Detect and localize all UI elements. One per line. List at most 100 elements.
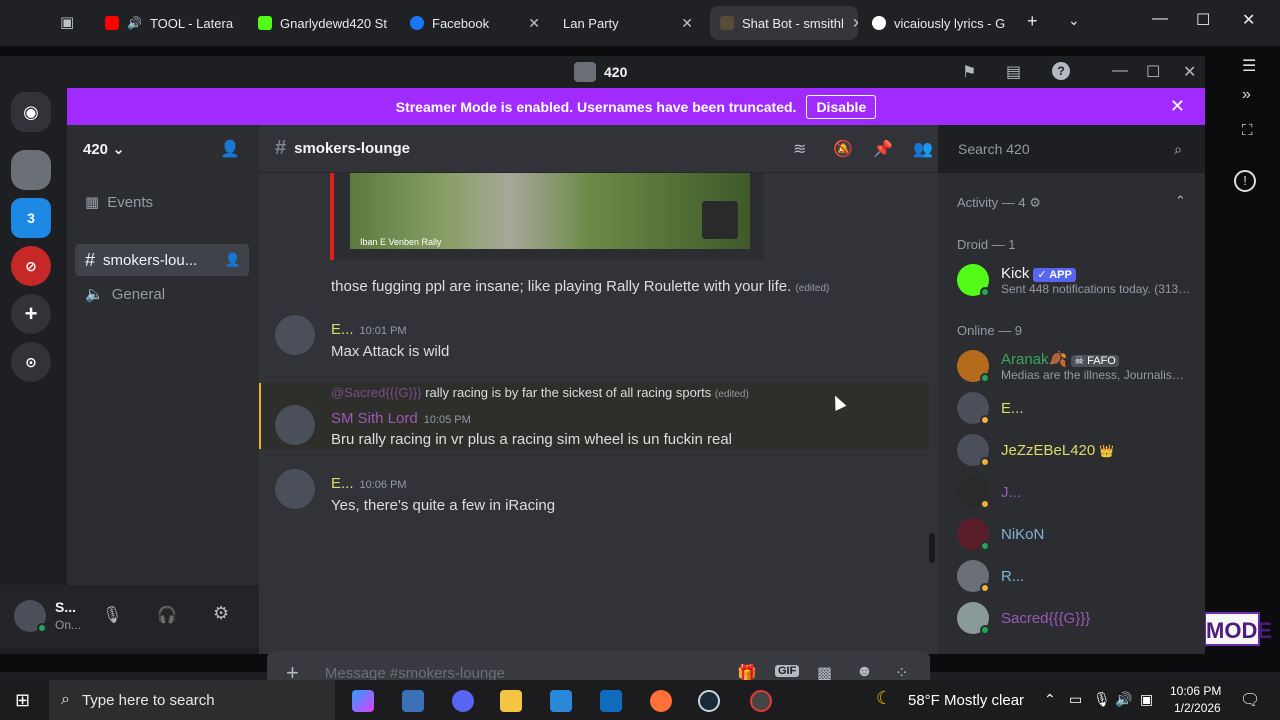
taskbar-search[interactable]: ⌕ Type here to search: [49, 680, 335, 720]
app-icon[interactable]: [750, 690, 772, 712]
threads-icon[interactable]: ≋: [793, 139, 806, 159]
browser-tab-shat-bot[interactable]: Shat Bot - smsithl ✕: [710, 6, 858, 40]
message-author[interactable]: E... 10:01 PM: [331, 321, 407, 338]
channel-sidebar: 420 ⌄ 👤 ▦ Events # smokers-lou... 👤 🔈 Ge…: [67, 125, 259, 585]
minimize-icon[interactable]: —: [1152, 10, 1168, 28]
member-kick[interactable]: Kick ✓ APP Sent 448 notifications today. …: [957, 260, 1197, 300]
server-icon-420[interactable]: [11, 150, 51, 190]
menu-icon[interactable]: ☰: [1242, 56, 1256, 76]
headphones-icon[interactable]: 🎧: [157, 605, 177, 625]
section-label: Activity — 4: [957, 195, 1026, 210]
microphone-icon[interactable]: 🎙: [1093, 691, 1111, 708]
inbox-icon[interactable]: ▤: [1006, 62, 1021, 82]
close-window-icon[interactable]: ✕: [1242, 10, 1255, 30]
avatar: [957, 602, 990, 635]
chevron-up-icon[interactable]: ⌃: [1175, 193, 1186, 209]
server-icon-3[interactable]: 3: [11, 198, 51, 238]
channel-general[interactable]: 🔈 General: [75, 278, 249, 310]
microphone-icon[interactable]: 🎙: [102, 605, 122, 625]
member-r[interactable]: R...: [957, 556, 1197, 596]
reply-preview[interactable]: @Sacred{{{G}}} rally racing is by far th…: [331, 385, 749, 400]
firefox-icon[interactable]: [650, 690, 672, 712]
forward-icon[interactable]: »: [1242, 86, 1251, 104]
search-placeholder: Type here to search: [81, 691, 215, 709]
channel-smokers-lounge[interactable]: # smokers-lou... 👤: [75, 244, 249, 276]
avatar[interactable]: [275, 405, 315, 445]
discord-taskbar-icon[interactable]: [452, 690, 474, 712]
member-e[interactable]: E...: [957, 388, 1197, 428]
discover-icon[interactable]: ⊙: [11, 342, 51, 382]
browser-tab-tool[interactable]: 🔊 TOOL - Latera ✕: [95, 6, 235, 40]
network-icon[interactable]: ▭: [1069, 691, 1082, 708]
member-sacred[interactable]: Sacred{{{G}}}: [957, 598, 1197, 638]
video-thumbnail[interactable]: Iban E Venben Rally: [350, 173, 750, 249]
member-aranak[interactable]: Aranak🍂 ☠ FAFO Medias are the illness, Jo…: [957, 346, 1197, 386]
avatar[interactable]: [275, 315, 315, 355]
discord-home-icon[interactable]: ◉: [11, 92, 51, 132]
copilot-icon[interactable]: [352, 690, 374, 712]
fullscreen-icon[interactable]: ⛶: [1242, 122, 1253, 139]
minimize-icon[interactable]: —: [1112, 62, 1128, 80]
weather-text[interactable]: 58°F Mostly clear: [908, 692, 1024, 709]
member-j[interactable]: J...: [957, 472, 1197, 512]
tab-actions-icon[interactable]: ▣: [60, 13, 74, 31]
activity-header[interactable]: Activity — 4 ⚙: [957, 195, 1041, 211]
channel-events[interactable]: ▦ Events: [75, 186, 249, 218]
avatar: [957, 350, 990, 383]
start-icon[interactable]: ⊞: [15, 690, 30, 711]
search-input[interactable]: Search 420 ⌕: [950, 134, 1190, 164]
gear-icon: ⚙: [1029, 195, 1041, 210]
message-input[interactable]: Message #smokers-lounge: [325, 665, 505, 682]
close-icon[interactable]: ✕: [852, 15, 858, 32]
help-icon[interactable]: ?: [1052, 62, 1070, 80]
add-server-icon[interactable]: +: [11, 294, 51, 334]
emoji-icon[interactable]: ☻: [856, 663, 873, 681]
scroll-track[interactable]: [929, 173, 935, 593]
scroll-thumb[interactable]: [929, 533, 935, 563]
clock-date[interactable]: 1/2/2026: [1174, 701, 1221, 715]
settings-icon[interactable]: ⚙: [213, 603, 229, 624]
notifications-icon[interactable]: 🗨: [1240, 690, 1260, 710]
mail-icon[interactable]: [600, 690, 622, 712]
invite-icon[interactable]: 👤: [225, 252, 241, 268]
close-banner-icon[interactable]: ✕: [1170, 96, 1185, 117]
browser-tab-lan-party[interactable]: Lan Party ✕: [553, 6, 703, 40]
server-icon-red[interactable]: ⊘: [11, 246, 51, 286]
flag-icon[interactable]: ⚑: [962, 62, 976, 82]
invite-icon[interactable]: 👤: [220, 139, 240, 159]
crown-icon: 👑: [1099, 443, 1115, 458]
notification-icon[interactable]: 🔕: [833, 139, 853, 159]
close-icon[interactable]: ✕: [681, 15, 693, 32]
weather-icon[interactable]: ☾: [876, 688, 892, 709]
file-manager-icon[interactable]: [402, 690, 424, 712]
avatar[interactable]: [14, 600, 47, 633]
message-author[interactable]: E... 10:06 PM: [331, 475, 407, 492]
disable-button[interactable]: Disable: [806, 94, 877, 119]
new-tab-icon[interactable]: +: [1027, 11, 1038, 32]
message-author[interactable]: SM Sith Lord 10:05 PM: [331, 410, 471, 427]
tab-list-icon[interactable]: ⌄: [1068, 12, 1080, 29]
info-icon[interactable]: !: [1234, 170, 1256, 192]
guild-header[interactable]: 420 ⌄: [83, 140, 125, 158]
browser-tab-facebook[interactable]: Facebook ✕: [400, 6, 550, 40]
file-explorer-icon[interactable]: [500, 690, 522, 712]
close-icon[interactable]: ✕: [528, 15, 540, 32]
browser-tab-kick[interactable]: Gnarlydewd420 St ✕: [248, 6, 388, 40]
avatar[interactable]: [275, 469, 315, 509]
gif-icon[interactable]: GIF: [775, 665, 800, 677]
close-icon[interactable]: ✕: [1183, 62, 1196, 82]
member-jezzebel[interactable]: JeZzEBeL420 👑: [957, 430, 1197, 470]
maximize-icon[interactable]: ☐: [1146, 62, 1160, 82]
display-icon[interactable]: ▣: [1140, 691, 1153, 708]
member-nikon[interactable]: NiKoN: [957, 514, 1197, 554]
tray-expand-icon[interactable]: ⌃: [1044, 691, 1056, 708]
steam-icon[interactable]: [698, 690, 720, 712]
volume-icon[interactable]: 🔊: [1115, 691, 1132, 708]
edited-label: (edited): [795, 283, 830, 294]
member-list-icon[interactable]: 👥: [913, 139, 933, 159]
clock-time[interactable]: 10:06 PM: [1170, 684, 1221, 698]
browser-tab-google[interactable]: vicaiously lyrics - G ✕: [862, 6, 1012, 40]
maximize-icon[interactable]: ☐: [1196, 10, 1210, 30]
pin-icon[interactable]: 📌: [873, 139, 893, 159]
store-icon[interactable]: [550, 690, 572, 712]
